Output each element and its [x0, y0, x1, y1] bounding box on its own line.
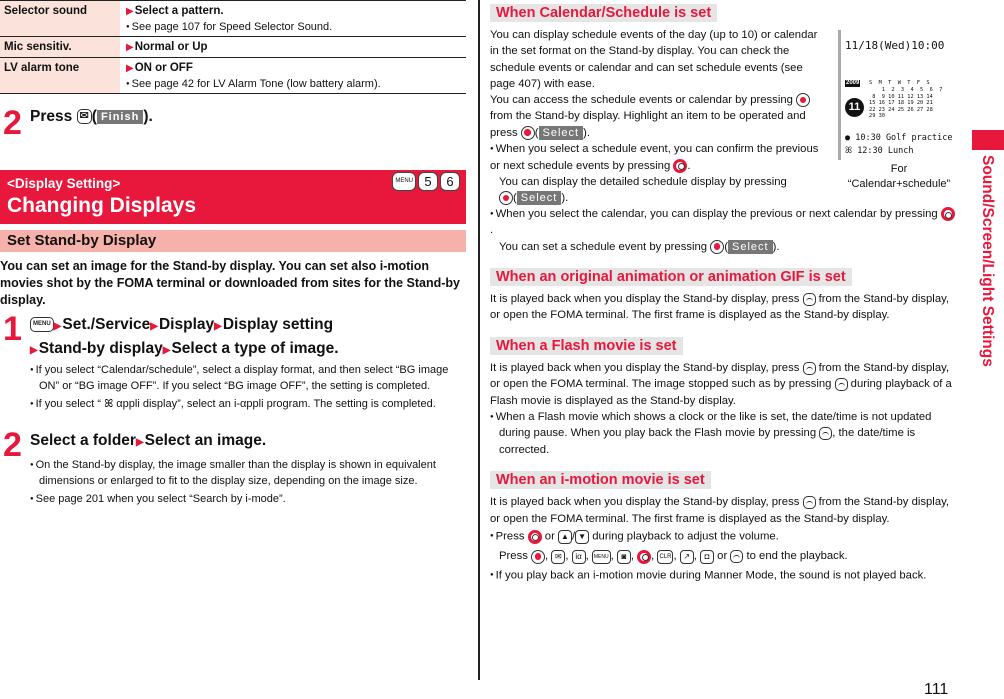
- table-row: Selector sound ▶Select a pattern. See pa…: [0, 0, 466, 37]
- enter-key-icon: [520, 125, 535, 140]
- camera-key-icon: ◙: [616, 549, 631, 564]
- section-header: <Display Setting> Changing Displays MENU…: [0, 170, 466, 224]
- note-item: If you select “Calendar/schedule”, selec…: [30, 362, 470, 394]
- mail-key-icon: ✉: [551, 549, 566, 564]
- arrow-icon: ▶: [150, 321, 158, 332]
- power-key-icon: [802, 361, 816, 375]
- power-key-icon: [730, 550, 744, 563]
- chapter-tab-label: Sound/Screen/Light Settings: [979, 155, 996, 367]
- volume-down-key-icon: ▼: [575, 529, 590, 544]
- step-number: 2: [3, 426, 22, 464]
- row-value: Select a pattern.: [134, 5, 224, 17]
- row-note: See page 107 for Speed Selector Sound.: [126, 21, 466, 33]
- volume-up-key-icon: ▲: [557, 529, 572, 544]
- chapter-tab-marker: [972, 130, 1004, 150]
- side-key-icon: ◘: [700, 549, 715, 564]
- left-right-key-icon: [637, 549, 652, 564]
- table-row: LV alarm tone ▶ON or OFF See page 42 for…: [0, 58, 466, 94]
- imotion-text: It is played back when you display the S…: [490, 494, 960, 585]
- power-key-icon: [802, 292, 816, 306]
- finish-softkey: Finish: [96, 109, 144, 124]
- select-softkey: Select: [538, 125, 584, 140]
- key-5-icon: 5: [418, 172, 438, 191]
- row-label: Mic sensitiv.: [0, 37, 120, 57]
- animation-text: It is played back when you display the S…: [490, 292, 950, 322]
- page-number: 111: [924, 681, 949, 698]
- settings-table: Selector sound ▶Select a pattern. See pa…: [0, 0, 466, 94]
- menu-key-icon: MENU: [591, 549, 611, 564]
- calendar-bullet: When you select the calendar, you can di…: [490, 206, 955, 255]
- section-title: Changing Displays: [7, 194, 197, 217]
- step2-path: Select a folder▶Select an image.: [30, 432, 267, 449]
- note-item: If you select “ ꕤ αppli display”, select…: [30, 396, 470, 412]
- left-right-key-icon: [940, 207, 955, 222]
- intro-text: You can set an image for the Stand-by di…: [0, 259, 461, 307]
- imode-key-icon: iα: [571, 549, 586, 564]
- column-divider: [478, 0, 480, 680]
- day-badge: 11: [845, 98, 864, 117]
- subsection-title: Set Stand-by Display: [7, 232, 157, 249]
- step1-notes: If you select “Calendar/schedule”, selec…: [30, 362, 470, 412]
- note-item: On the Stand-by display, the image small…: [30, 457, 450, 489]
- arrow-icon: ▶: [126, 42, 134, 53]
- clear-key-icon: CLR: [657, 549, 674, 564]
- enter-key-icon: [710, 239, 725, 254]
- row-label: Selector sound: [0, 1, 120, 36]
- power-key-icon: [834, 377, 848, 391]
- table-row: Mic sensitiv. ▶Normal or Up: [0, 37, 466, 58]
- arrow-icon: ▶: [214, 321, 222, 332]
- step-number: 1: [3, 310, 22, 348]
- calendar-heading: When Calendar/Schedule is set: [490, 4, 718, 22]
- enter-key-icon: [796, 93, 811, 108]
- step-finish: Press ✉(Finish).: [30, 108, 153, 125]
- power-key-icon: [802, 495, 816, 509]
- row-note: See page 42 for LV Alarm Tone (low batte…: [126, 78, 466, 90]
- select-softkey: Select: [516, 191, 562, 206]
- image-caption: For “Calendar+schedule”: [847, 163, 951, 190]
- arrow-icon: ▶: [126, 6, 134, 17]
- section-subtitle: <Display Setting>: [7, 176, 121, 191]
- power-key-icon: [819, 426, 833, 440]
- subsection-header: Set Stand-by Display: [0, 230, 466, 252]
- call-key-icon: ↗: [679, 549, 694, 564]
- up-down-key-icon: [673, 158, 688, 173]
- step-number: 2: [3, 104, 22, 142]
- menu-shortcut: MENU 5 6: [392, 172, 460, 191]
- imotion-heading: When an i-motion movie is set: [490, 471, 711, 489]
- arrow-icon: ▶: [162, 345, 171, 356]
- arrow-icon: ▶: [135, 437, 144, 448]
- row-value: Normal or Up: [134, 41, 208, 53]
- flash-heading: When a Flash movie is set: [490, 337, 683, 355]
- mail-key-icon: ✉: [76, 109, 92, 125]
- calendar-grid: 1 2 3 4 5 6 7 8 9 10 11 12 13 14 15 16 1…: [869, 87, 943, 119]
- enter-key-icon: [499, 191, 513, 206]
- up-down-key-icon: [527, 529, 542, 544]
- note-item: See page 201 when you select “Search by …: [30, 491, 450, 507]
- animation-heading: When an original animation or animation …: [490, 268, 852, 286]
- step1-path: MENU ▶Set./Service▶Display▶Display settin…: [30, 316, 339, 357]
- row-label: LV alarm tone: [0, 58, 120, 93]
- arrow-icon: ▶: [30, 345, 38, 356]
- menu-key-icon: MENU: [392, 172, 416, 191]
- arrow-icon: ▶: [126, 63, 134, 74]
- arrow-icon: ▶: [53, 321, 62, 332]
- calendar-text: You can display schedule events of the d…: [490, 27, 825, 206]
- menu-key-icon: MENU: [30, 317, 54, 333]
- key-6-icon: 6: [440, 172, 460, 191]
- flash-text: It is played back when you display the S…: [490, 360, 960, 458]
- phone-screen-image: 11/18(Wed)10:00 2009 S M T W T F S 1 2 3…: [838, 30, 959, 160]
- enter-key-icon: [531, 549, 546, 564]
- row-value: ON or OFF: [134, 62, 193, 74]
- select-softkey: Select: [728, 239, 773, 254]
- step2-notes: On the Stand-by display, the image small…: [30, 457, 450, 507]
